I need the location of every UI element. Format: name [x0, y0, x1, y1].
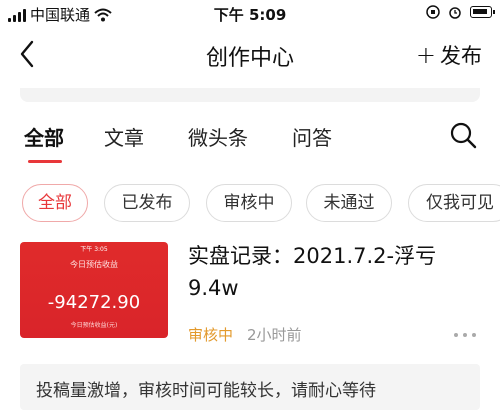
status-time: 下午 5:09 — [213, 6, 287, 24]
post-time: 2小时前 — [247, 326, 302, 344]
status-right — [426, 5, 495, 19]
filter-published[interactable]: 已发布 — [104, 184, 190, 222]
publish-label: 发布 — [440, 44, 482, 68]
status-filters: 全部 已发布 审核中 未通过 仅我可见 — [0, 180, 500, 226]
more-options-icon[interactable] — [454, 330, 476, 340]
alarm-icon — [449, 7, 461, 19]
tab-articles[interactable]: 文章 — [104, 122, 144, 151]
post-thumbnail[interactable]: 下午 3:05 今日预估收益 -94272.90 今日预估收益(元) — [20, 242, 168, 338]
content-tabs: 全部 文章 微头条 问答 — [0, 108, 500, 168]
tab-micro-posts[interactable]: 微头条 — [188, 122, 248, 151]
post-card[interactable]: 下午 3:05 今日预估收益 -94272.90 今日预估收益(元) 实盘记录：… — [0, 238, 500, 356]
post-title[interactable]: 实盘记录：2021.7.2-浮亏9.4w — [188, 240, 478, 304]
header-divider — [20, 88, 480, 102]
filter-rejected[interactable]: 未通过 — [306, 184, 392, 222]
thumbnail-value: -94272.90 — [47, 292, 141, 313]
search-button[interactable] — [448, 120, 478, 150]
search-icon — [450, 122, 477, 149]
filter-private[interactable]: 仅我可见 — [408, 184, 500, 222]
filter-reviewing[interactable]: 审核中 — [206, 184, 292, 222]
nav-bar: 创作中心 + 发布 — [0, 28, 500, 84]
active-tab-indicator — [28, 160, 62, 163]
battery-icon — [470, 6, 495, 18]
filter-all[interactable]: 全部 — [22, 184, 88, 222]
plus-icon: + — [415, 41, 436, 69]
thumbnail-title: 今日预估收益 — [70, 260, 118, 269]
orientation-lock-icon — [426, 5, 440, 19]
notice-text: 投稿量激增，审核时间可能较长，请耐心等待 — [36, 381, 376, 401]
thumbnail-time: 下午 3:05 — [80, 246, 108, 253]
post-meta: 审核中 2小时前 — [188, 324, 302, 345]
thumbnail-status-bar: 下午 3:05 — [24, 244, 164, 253]
post-status: 审核中 — [188, 326, 234, 344]
tab-all[interactable]: 全部 — [24, 122, 64, 151]
status-bar: 中国联通 下午 5:09 — [0, 0, 500, 28]
tab-qa[interactable]: 问答 — [292, 122, 332, 151]
thumbnail-subtitle: 今日预估收益(元) — [70, 322, 118, 329]
review-notice: 投稿量激增，审核时间可能较长，请耐心等待 — [20, 364, 480, 410]
publish-button[interactable]: + 发布 — [416, 40, 482, 70]
